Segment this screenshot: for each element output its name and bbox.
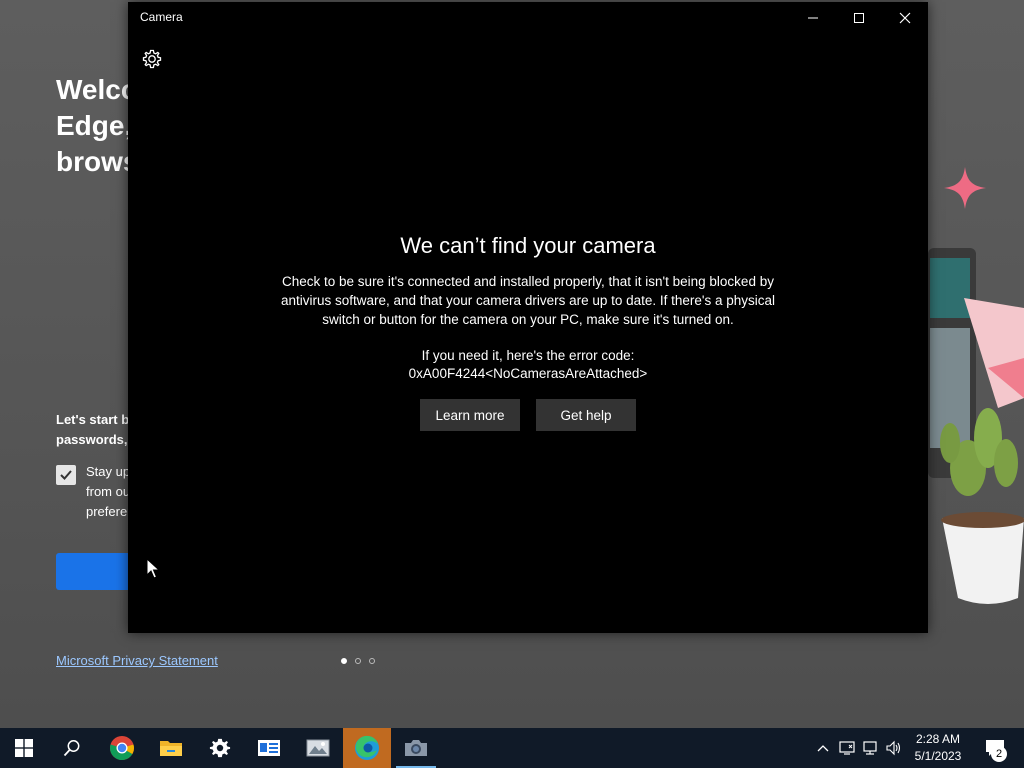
- sparkle-icon: [944, 167, 986, 209]
- photos-icon: [306, 739, 330, 757]
- network-status-icon: [839, 741, 855, 755]
- notification-count-badge: 2: [991, 746, 1007, 762]
- error-description: Check to be sure it's connected and inst…: [280, 274, 776, 327]
- camera-icon: [405, 740, 427, 756]
- edge-decor-illustration: [928, 248, 1024, 604]
- edge-title-line: Welcome to Microsoft: [56, 74, 128, 105]
- get-help-button[interactable]: Get help: [536, 399, 636, 431]
- pager-dot-1[interactable]: [341, 658, 347, 664]
- show-hidden-icons-button[interactable]: [814, 738, 832, 758]
- checkbox-text-line: from our: [86, 484, 128, 499]
- close-button[interactable]: [882, 2, 928, 34]
- edge-title-line: Edge, your new: [56, 110, 128, 141]
- error-actions: Learn more Get help: [128, 399, 928, 431]
- volume-icon: [886, 740, 901, 756]
- taskbar-file-explorer[interactable]: [147, 728, 195, 768]
- taskbar: 2:28 AM 5/1/2023 2: [0, 728, 1024, 768]
- folder-icon: [160, 741, 182, 756]
- camera-error-panel: We can’t find your camera Check to be su…: [128, 232, 928, 431]
- edge-title-line: browser: [56, 146, 128, 177]
- checkbox-text-line: Stay up to date: [86, 464, 128, 479]
- chevron-up-icon: [817, 745, 829, 752]
- chrome-icon: [110, 736, 134, 761]
- taskbar-clock[interactable]: 2:28 AM 5/1/2023: [906, 731, 970, 765]
- edge-subtitle-line: passwords,: [56, 432, 128, 447]
- mouse-cursor-icon: [146, 558, 160, 579]
- taskbar-settings[interactable]: [196, 728, 244, 768]
- taskbar-search-button[interactable]: [48, 728, 96, 768]
- window-title: Camera: [140, 10, 183, 24]
- taskbar-photos[interactable]: [294, 728, 342, 768]
- maximize-button[interactable]: [836, 2, 882, 34]
- stay-updated-label: Stay up to date from our preferences: [86, 462, 128, 522]
- camera-settings-button[interactable]: [140, 47, 164, 71]
- volume-button[interactable]: [885, 738, 903, 758]
- checkmark-icon: [60, 470, 72, 480]
- minimize-icon: [808, 17, 818, 19]
- maximize-icon: [854, 13, 864, 23]
- close-icon: [899, 12, 911, 24]
- edge-continue-button[interactable]: [56, 553, 128, 590]
- taskbar-camera[interactable]: [392, 728, 440, 768]
- error-code-block: If you need it, here's the error code: 0…: [128, 347, 928, 383]
- error-heading: We can’t find your camera: [400, 233, 656, 258]
- checkbox-text-line: preferences: [86, 504, 128, 519]
- edge-subtitle-line: Let's start by: [56, 412, 128, 427]
- pager-dot-3[interactable]: [369, 658, 375, 664]
- error-code-intro: If you need it, here's the error code:: [421, 348, 635, 363]
- taskbar-edge[interactable]: [343, 728, 391, 768]
- network-icon: [863, 741, 877, 755]
- network-button[interactable]: [862, 738, 880, 758]
- pager-dots: [341, 658, 375, 664]
- edge-icon: [355, 735, 379, 760]
- gear-icon: [142, 49, 162, 69]
- taskbar-news[interactable]: [245, 728, 293, 768]
- learn-more-button[interactable]: Learn more: [420, 399, 520, 431]
- network-status-button[interactable]: [838, 738, 856, 758]
- edge-welcome-title: Welcome to Microsoft Edge, your new brow…: [56, 72, 128, 180]
- taskbar-chrome[interactable]: [98, 728, 146, 768]
- news-icon: [258, 740, 280, 756]
- pager-dot-2[interactable]: [355, 658, 361, 664]
- camera-window: Camera We can’t find your camera Check t…: [128, 2, 928, 633]
- error-code: 0xA00F4244<NoCamerasAreAttached>: [408, 366, 648, 381]
- stay-updated-checkbox[interactable]: [56, 465, 76, 485]
- windows-logo-icon: [15, 739, 33, 757]
- gear-icon: [209, 738, 231, 758]
- start-button[interactable]: [0, 728, 48, 768]
- minimize-button[interactable]: [790, 2, 836, 34]
- clock-date: 5/1/2023: [914, 749, 962, 763]
- search-icon: [63, 740, 80, 757]
- edge-welcome-subtitle: Let's start by passwords,: [56, 410, 128, 450]
- camera-titlebar[interactable]: Camera: [128, 2, 928, 34]
- privacy-statement-link[interactable]: Microsoft Privacy Statement: [56, 653, 218, 668]
- clock-time: 2:28 AM: [915, 732, 961, 746]
